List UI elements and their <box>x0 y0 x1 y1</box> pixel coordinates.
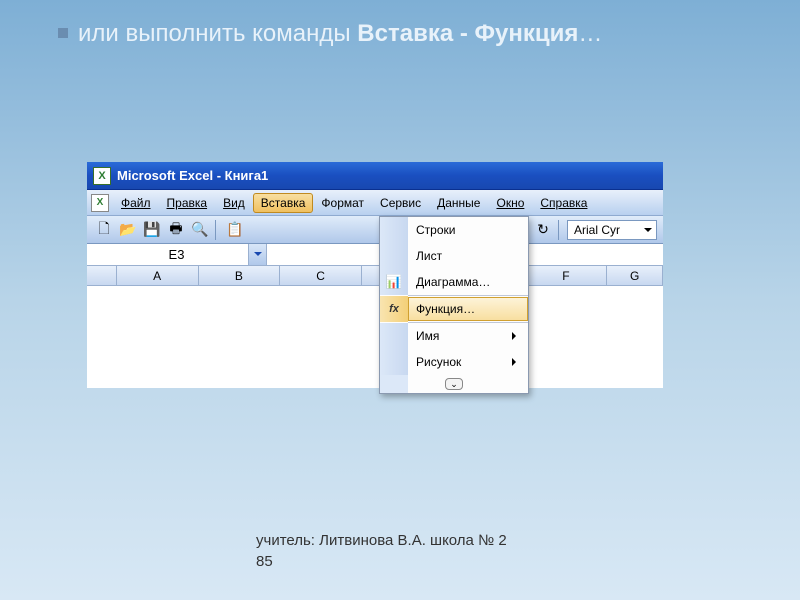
footer-line2: 85 <box>256 551 507 572</box>
open-button[interactable]: 📂 <box>117 219 139 241</box>
cell-reference: E3 <box>169 247 185 262</box>
font-selector[interactable]: Arial Cyr <box>567 220 657 240</box>
menu-expand[interactable]: ⌄ <box>380 375 528 393</box>
menu-format[interactable]: Формат <box>313 193 372 213</box>
excel-window: X Microsoft Excel - Книга1 X Файл Правка… <box>87 162 663 388</box>
col-header-A[interactable]: A <box>117 266 199 285</box>
save-button[interactable]: 💾 <box>141 219 163 241</box>
menu-item-sheet[interactable]: Лист <box>380 243 528 269</box>
slide-footer: учитель: Литвинова В.А. школа № 2 85 <box>256 530 507 572</box>
menu-edit[interactable]: Правка <box>159 193 216 213</box>
print-button[interactable]: 🖶 <box>165 219 187 241</box>
menu-item-picture[interactable]: Рисунок <box>380 349 528 375</box>
submenu-arrow-icon <box>512 358 520 366</box>
title-prefix: или выполнить команды <box>78 20 357 47</box>
new-button[interactable]: 🗋 <box>93 219 115 241</box>
redo-button[interactable]: ↻ <box>532 219 554 241</box>
window-title: Microsoft Excel - Книга1 <box>117 168 268 183</box>
menu-tools[interactable]: Сервис <box>372 193 429 213</box>
footer-line1: учитель: Литвинова В.А. школа № 2 <box>256 530 507 551</box>
col-header-B[interactable]: B <box>199 266 281 285</box>
menu-bar: X Файл Правка Вид Вставка Формат Сервис … <box>87 190 663 216</box>
title-suffix: … <box>578 20 602 47</box>
col-header-C[interactable]: C <box>280 266 362 285</box>
chevron-down-icon: ⌄ <box>445 378 463 390</box>
font-name: Arial Cyr <box>574 223 620 237</box>
toolbar: 🗋 📂 💾 🖶 🔍 📋 ↻ Arial Cyr <box>87 216 663 244</box>
preview-button[interactable]: 🔍 <box>189 219 211 241</box>
fx-icon: fx <box>380 296 408 322</box>
menu-data[interactable]: Данные <box>429 193 488 213</box>
column-headers: A B C D E F G <box>87 266 663 286</box>
toolbar-separator <box>215 220 220 240</box>
copy-button[interactable]: 📋 <box>224 219 246 241</box>
menu-insert[interactable]: Вставка <box>253 193 314 213</box>
blank-icon <box>380 323 408 349</box>
name-box-dropdown-icon[interactable] <box>248 244 266 265</box>
menu-item-name[interactable]: Имя <box>380 323 528 349</box>
menu-view[interactable]: Вид <box>215 193 253 213</box>
document-icon[interactable]: X <box>91 194 109 212</box>
blank-icon <box>380 349 408 375</box>
col-header-F[interactable]: F <box>526 266 608 285</box>
title-bold: Вставка - Функция <box>357 20 578 47</box>
bullet-icon <box>58 28 68 38</box>
menu-window[interactable]: Окно <box>488 193 532 213</box>
menu-file[interactable]: Файл <box>113 193 159 213</box>
menu-help[interactable]: Справка <box>532 193 595 213</box>
name-box[interactable]: E3 <box>87 244 267 265</box>
toolbar-separator-2 <box>558 220 563 240</box>
chart-icon: 📊 <box>380 269 408 295</box>
formula-bar: E3 <box>87 244 663 266</box>
blank-icon <box>380 243 408 269</box>
insert-menu-dropdown: Строки Лист 📊 Диаграмма… fx Функция… Имя… <box>379 216 529 394</box>
menu-item-rows[interactable]: Строки <box>380 217 528 243</box>
excel-app-icon: X <box>93 167 111 185</box>
submenu-arrow-icon <box>512 332 520 340</box>
col-header-G[interactable]: G <box>607 266 663 285</box>
select-all-corner[interactable] <box>87 266 117 285</box>
menu-item-chart[interactable]: 📊 Диаграмма… <box>380 269 528 295</box>
menu-item-function[interactable]: fx Функция… <box>380 296 528 322</box>
blank-icon <box>380 217 408 243</box>
slide-title: или выполнить команды Вставка - Функция… <box>78 20 602 48</box>
title-bar[interactable]: X Microsoft Excel - Книга1 <box>87 162 663 190</box>
